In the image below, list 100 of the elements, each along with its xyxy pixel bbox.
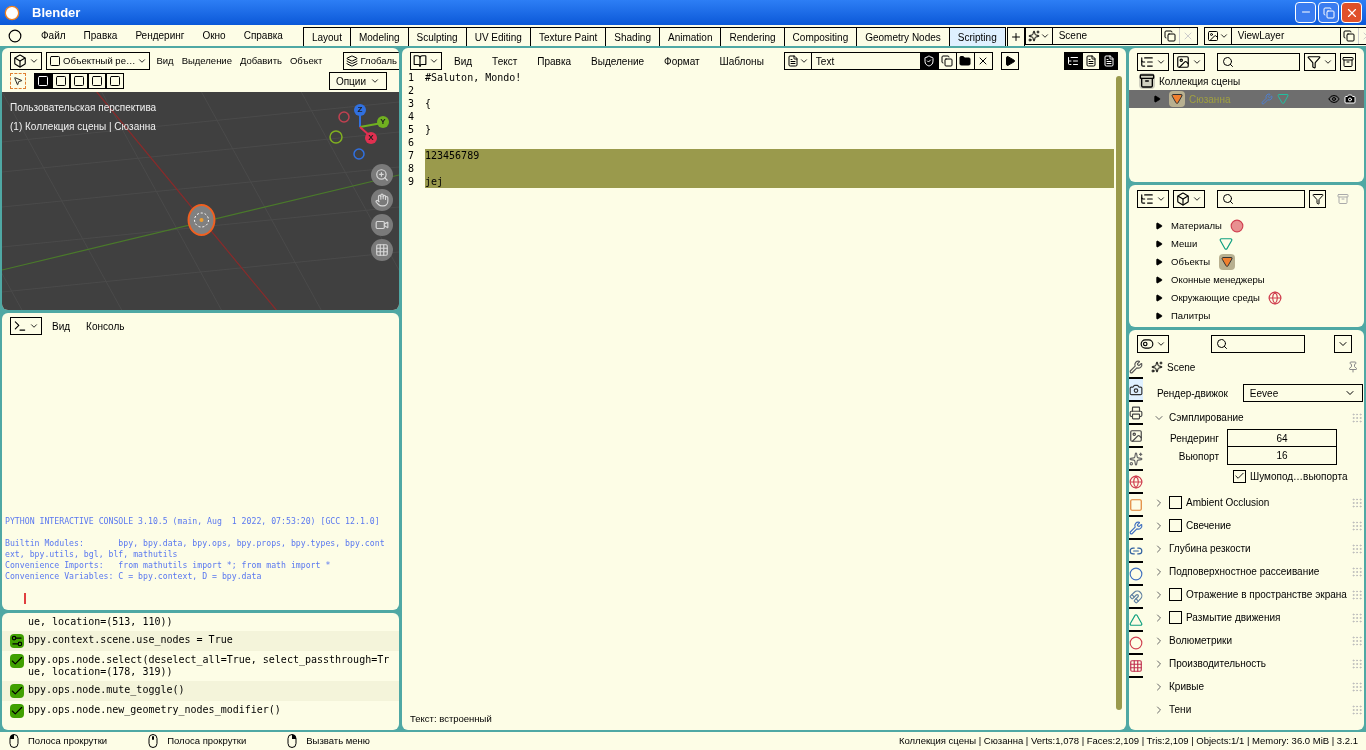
data-type-button[interactable]: [1173, 190, 1205, 208]
run-script-button[interactable]: [1000, 52, 1019, 70]
panel-header[interactable]: Волюметрики: [1143, 629, 1363, 652]
search-field[interactable]: [1211, 335, 1305, 353]
panel-header[interactable]: Отражение в пространстве экрана: [1143, 583, 1363, 606]
outliner-row[interactable]: Материалы: [1129, 217, 1364, 235]
caret-icon: [1156, 57, 1166, 67]
display-mode-button[interactable]: [1137, 190, 1169, 208]
search-field[interactable]: [1217, 53, 1301, 71]
menu-item[interactable]: Файл: [34, 28, 73, 43]
menu-item[interactable]: Выделение: [583, 53, 653, 69]
checkbox[interactable]: [1169, 519, 1182, 532]
properties-tab[interactable]: [1129, 379, 1143, 402]
panel-header[interactable]: Кривые: [1143, 675, 1363, 698]
panel-header[interactable]: Глубина резкости: [1143, 537, 1363, 560]
outliner-row[interactable]: Меши: [1129, 235, 1364, 253]
tree-icon: [1140, 192, 1154, 206]
new-collection-button[interactable]: [1340, 53, 1356, 71]
panel-header[interactable]: Производительность: [1143, 652, 1363, 675]
menu-item[interactable]: Рендеринг: [128, 28, 192, 43]
close-button[interactable]: [1341, 2, 1362, 23]
outliner-row[interactable]: Окружающие среды: [1129, 289, 1364, 307]
line-numbers-toggle[interactable]: [1064, 52, 1082, 70]
syntax-highlight-toggle[interactable]: [1100, 52, 1118, 70]
menu-item[interactable]: Шаблоны: [711, 53, 772, 69]
workspace-tab[interactable]: Scripting: [948, 27, 1006, 46]
panel-header[interactable]: Тени: [1143, 698, 1363, 721]
menu-item[interactable]: Формат: [656, 53, 708, 69]
menu-item[interactable]: Вид: [46, 318, 77, 334]
workspace-tab[interactable]: Shading: [605, 27, 660, 46]
mode-dropdown[interactable]: Объектный ре…: [46, 52, 151, 70]
editor-type-button[interactable]: [410, 52, 442, 70]
selection-mode-button[interactable]: [88, 73, 106, 89]
editor-type-button[interactable]: [10, 317, 42, 335]
options-dropdown[interactable]: Опции: [328, 72, 387, 90]
workspace-tab[interactable]: Layout: [302, 27, 351, 46]
checkbox[interactable]: [1233, 469, 1246, 483]
editor-type-button[interactable]: [1137, 335, 1169, 353]
outliner-row[interactable]: Коллекция сцены: [1129, 72, 1364, 90]
minimize-button[interactable]: [1295, 2, 1316, 23]
pin-icon[interactable]: [1346, 361, 1359, 373]
checkbox[interactable]: [1169, 496, 1182, 509]
selection-mode-button[interactable]: [34, 73, 52, 89]
panel-header[interactable]: Сэмплирование: [1143, 406, 1363, 429]
selection-mode-button[interactable]: [70, 73, 88, 89]
selection-mode-button[interactable]: [106, 73, 124, 89]
filter-button[interactable]: [1309, 190, 1326, 208]
grip-icon: [1350, 411, 1363, 424]
options-dropdown[interactable]: [1334, 335, 1352, 353]
workspace-tab[interactable]: Compositing: [783, 27, 858, 46]
workspace-tab[interactable]: Modeling: [349, 27, 409, 46]
menu-item[interactable]: Окно: [195, 28, 233, 43]
code-line[interactable]: #Saluton, Mondo!: [425, 71, 1114, 84]
menu-item[interactable]: Добавить: [237, 53, 284, 69]
panel-header[interactable]: Свечение: [1143, 514, 1363, 537]
filter-view-button[interactable]: [1173, 53, 1205, 71]
add-workspace-button[interactable]: [1006, 27, 1025, 46]
checkbox[interactable]: [1169, 611, 1182, 624]
editor-type-button[interactable]: [10, 52, 42, 70]
panel-header[interactable]: Подповерхностное рассеивание: [1143, 560, 1363, 583]
menu-item[interactable]: Правка: [529, 53, 580, 69]
outliner-row[interactable]: Объекты: [1129, 253, 1364, 271]
menu-item[interactable]: Справка: [236, 28, 290, 43]
camera-icon[interactable]: [1344, 93, 1356, 105]
console-output-line: Convenience Imports: from mathutils import *; from math import *: [5, 560, 332, 571]
eye-icon[interactable]: [1328, 93, 1340, 105]
word-wrap-toggle[interactable]: [1082, 52, 1100, 70]
menu-item[interactable]: Правка: [76, 28, 125, 43]
select-tool-button[interactable]: [10, 73, 26, 89]
search-field[interactable]: [1217, 190, 1306, 208]
menu-item[interactable]: Объект: [287, 53, 325, 69]
checkbox[interactable]: [1169, 588, 1182, 601]
workspace-tab[interactable]: Sculpting: [407, 27, 467, 46]
orientation-dropdown[interactable]: Глобаль: [343, 52, 399, 70]
text-cursor: [24, 593, 26, 604]
menu-item[interactable]: Текст: [484, 53, 526, 69]
workspace-tab[interactable]: Rendering: [720, 27, 785, 46]
outliner-row[interactable]: Оконные менеджеры: [1129, 271, 1364, 289]
menu-item[interactable]: Консоль: [80, 318, 131, 334]
menu-item[interactable]: Выделение: [179, 53, 234, 69]
panel-header[interactable]: Размытие движения: [1143, 606, 1363, 629]
collection-icon: [1139, 73, 1155, 89]
cube-icon: [13, 54, 27, 68]
outliner-row[interactable]: Палитры: [1129, 307, 1364, 325]
check-icon: [10, 654, 24, 668]
number-field[interactable]: 64: [1227, 429, 1337, 447]
number-field[interactable]: 16: [1227, 447, 1337, 465]
restore-button[interactable]: [1318, 2, 1339, 23]
panel-header[interactable]: Ambient Occlusion: [1143, 491, 1363, 514]
render-engine-dropdown[interactable]: Eevee: [1242, 384, 1363, 402]
filter-button[interactable]: [1304, 53, 1337, 71]
workspace-tab[interactable]: Geometry Nodes: [856, 27, 950, 46]
code-line[interactable]: {: [425, 97, 1114, 110]
menu-item[interactable]: Вид: [446, 53, 481, 69]
code-line[interactable]: }: [425, 123, 1114, 136]
selection-mode-button[interactable]: [52, 73, 70, 89]
workspace-tab[interactable]: UV Editing: [465, 27, 531, 46]
display-mode-button[interactable]: [1137, 53, 1169, 71]
menu-item[interactable]: Вид: [154, 53, 176, 69]
outliner-label: Окружающие среды: [1171, 290, 1260, 305]
